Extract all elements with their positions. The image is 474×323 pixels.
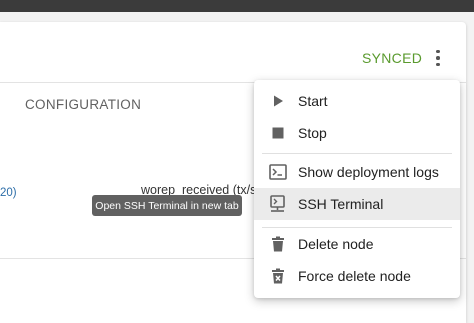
menu-item-label: Force delete node: [298, 268, 411, 284]
menu-item-label: Start: [298, 93, 328, 109]
node-actions-menu: Start Stop Show deployment logs SSH Term…: [254, 80, 460, 298]
more-options-button[interactable]: [428, 47, 448, 69]
stop-icon: [268, 123, 288, 143]
trash-icon: [268, 234, 288, 254]
configuration-column-header: CONFIGURATION: [25, 97, 142, 112]
menu-item-label: SSH Terminal: [298, 196, 384, 212]
more-vert-icon: [436, 49, 440, 54]
terminal-icon: [268, 162, 288, 182]
menu-item-start[interactable]: Start: [254, 85, 460, 117]
ssh-terminal-tooltip: Open SSH Terminal in new tab: [92, 195, 242, 216]
force-delete-icon: [268, 266, 288, 286]
menu-item-label: Delete node: [298, 236, 374, 252]
menu-item-label: Stop: [298, 125, 327, 141]
play-icon: [268, 91, 288, 111]
menu-divider: [262, 153, 452, 154]
menu-item-stop[interactable]: Stop: [254, 117, 460, 149]
menu-item-force-delete-node[interactable]: Force delete node: [254, 260, 460, 292]
menu-item-label: Show deployment logs: [298, 164, 439, 180]
app-top-bar: [0, 0, 474, 12]
sync-status-badge: SYNCED: [362, 50, 423, 66]
menu-item-ssh-terminal[interactable]: SSH Terminal: [254, 188, 460, 220]
menu-item-delete-node[interactable]: Delete node: [254, 228, 460, 260]
partial-link[interactable]: 20): [0, 187, 17, 199]
ssh-terminal-icon: [268, 194, 288, 214]
menu-item-show-deployment-logs[interactable]: Show deployment logs: [254, 156, 460, 188]
